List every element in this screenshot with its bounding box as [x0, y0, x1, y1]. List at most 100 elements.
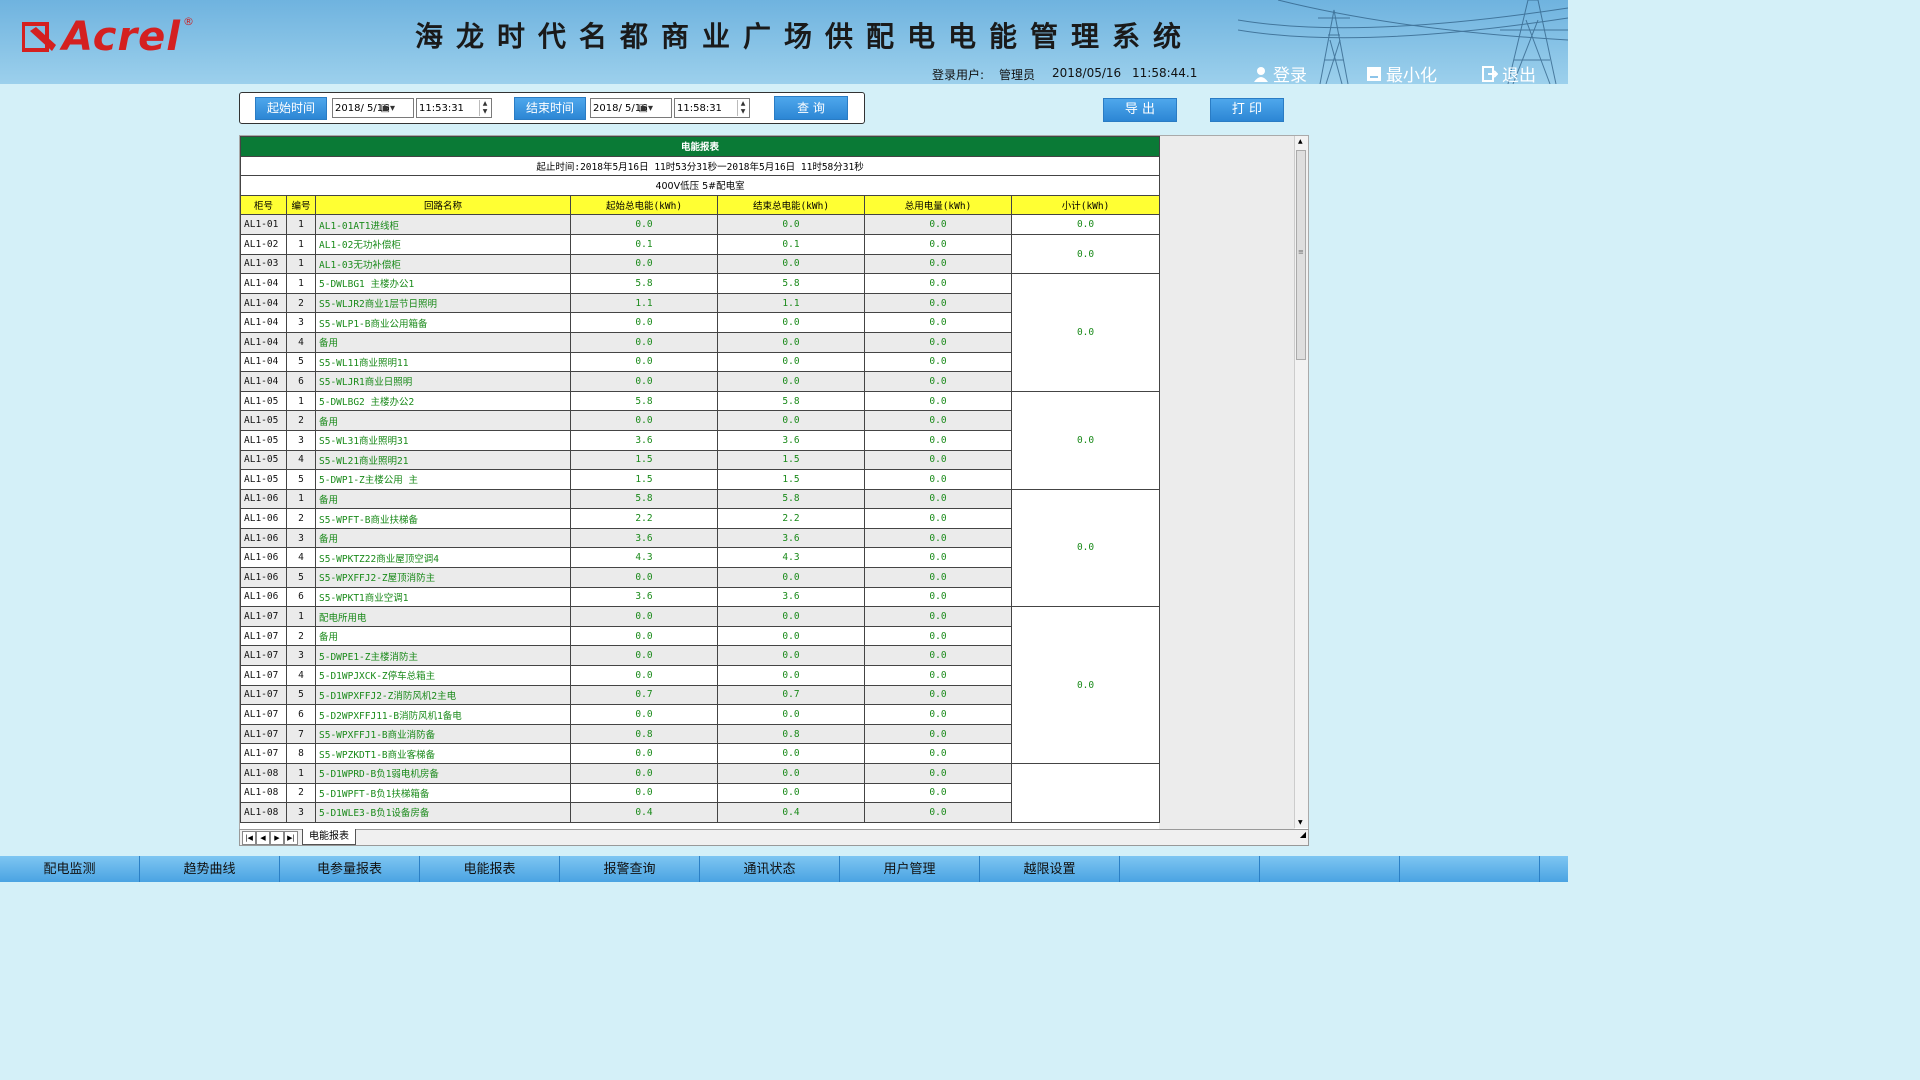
report-sheet: 电能报表 起止时间:2018年5月16日 11时53分31秒一2018年5月16… [239, 135, 1309, 831]
circuit-no: 2 [286, 782, 316, 804]
cabinet-no: AL1-08 [240, 763, 287, 784]
nav-item-11[interactable] [1400, 856, 1540, 882]
start-energy: 1.1 [570, 292, 718, 314]
nav-item-6[interactable]: 通讯状态 [700, 856, 840, 882]
print-button[interactable]: 打 印 [1210, 98, 1284, 122]
nav-item-2[interactable]: 趋势曲线 [140, 856, 280, 882]
end-energy: 0.0 [717, 253, 865, 275]
total-consumption: 0.0 [864, 704, 1012, 725]
cabinet-no: AL1-08 [240, 802, 287, 823]
end-energy: 0.0 [717, 763, 865, 784]
end-energy: 0.0 [717, 567, 865, 588]
scroll-up-icon[interactable]: ▲ [1298, 138, 1303, 145]
next-sheet-icon[interactable]: ▶ [270, 831, 284, 845]
start-time-field[interactable]: 11:53:31 ▲ ▼ [416, 98, 492, 118]
nav-item-9[interactable] [1120, 856, 1260, 882]
start-time-value: 11:53:31 [419, 103, 464, 114]
col-header: 柜号 [240, 194, 287, 216]
login-button[interactable]: 登录 [1253, 61, 1307, 86]
spin-arrows-icon[interactable]: ▲ ▼ [479, 100, 490, 116]
cabinet-no: AL1-07 [240, 743, 287, 764]
scroll-down-icon[interactable]: ▼ [1298, 819, 1303, 826]
circuit-name: 5-D1WLE3-B负1设备房备 [315, 802, 571, 823]
export-button[interactable]: 导 出 [1103, 98, 1177, 122]
table-row: AL1-04 1 5-DWLBG1 主楼办公1 5.8 5.8 0.0 0.0 [240, 273, 1161, 392]
nav-item-3[interactable]: 电参量报表 [280, 856, 420, 882]
circuit-name: S5-WLJR2商业1层节日照明 [315, 292, 571, 314]
total-consumption: 0.0 [864, 273, 1012, 294]
end-energy: 0.1 [717, 233, 865, 255]
circuit-name: S5-WL21商业照明21 [315, 449, 571, 471]
circuit-name: 5-DWP1-Z主楼公用 主 [315, 469, 571, 490]
user-icon [1254, 66, 1268, 82]
cabinet-no: AL1-05 [240, 390, 287, 412]
calendar-dropdown-icon[interactable]: ▣▾ [381, 99, 395, 119]
circuit-no: 1 [286, 273, 316, 294]
vertical-scrollbar[interactable]: ▲ ≡ ▼ [1294, 136, 1308, 828]
minimize-button[interactable]: 最小化 [1366, 61, 1437, 86]
spin-arrows-icon[interactable]: ▲ ▼ [737, 100, 748, 116]
total-consumption: 0.0 [864, 390, 1012, 412]
end-energy: 5.8 [717, 488, 865, 510]
sheet-tab-energy-report[interactable]: 电能报表 [302, 829, 356, 845]
end-time-field[interactable]: 11:58:31 ▲ ▼ [674, 98, 750, 118]
last-sheet-icon[interactable]: ▶| [284, 831, 298, 845]
cabinet-no: AL1-05 [240, 429, 287, 451]
circuit-no: 1 [286, 606, 316, 627]
circuit-name: AL1-02无功补偿柜 [315, 233, 571, 255]
total-consumption: 0.0 [864, 429, 1012, 451]
end-energy: 0.7 [717, 684, 865, 706]
total-consumption: 0.0 [864, 527, 1012, 549]
circuit-no: 1 [286, 233, 316, 255]
search-button[interactable]: 查 询 [774, 96, 848, 120]
cabinet-no: AL1-06 [240, 508, 287, 529]
nav-item-10[interactable] [1260, 856, 1400, 882]
total-consumption: 0.0 [864, 508, 1012, 529]
col-header: 小计(kWh) [1010, 194, 1161, 216]
cabinet-no: AL1-05 [240, 410, 287, 431]
total-consumption: 0.0 [864, 351, 1012, 373]
prev-sheet-icon[interactable]: ◀ [256, 831, 270, 845]
cabinet-no: AL1-04 [240, 331, 287, 353]
nav-item-5[interactable]: 报警查询 [560, 856, 700, 882]
circuit-no: 1 [286, 488, 316, 510]
table-row: AL1-08 1 5-D1WPRD-B负1弱电机房备 0.0 0.0 0.0 [240, 763, 1161, 823]
acrel-logo: Acrel ® [21, 12, 194, 62]
end-energy: 0.0 [717, 645, 865, 667]
total-consumption: 0.0 [864, 684, 1012, 706]
end-energy: 0.0 [717, 625, 865, 647]
circuit-name: 5-DWLBG1 主楼办公1 [315, 273, 571, 294]
end-energy: 0.0 [717, 331, 865, 353]
nav-item-4[interactable]: 电能报表 [420, 856, 560, 882]
subtotal: 0.0 [1010, 273, 1161, 392]
brand-name: Acrel [62, 14, 182, 60]
first-sheet-icon[interactable]: |◀ [242, 831, 256, 845]
cabinet-no: AL1-06 [240, 488, 287, 510]
start-time-button[interactable]: 起始时间 [255, 97, 327, 120]
end-time-button[interactable]: 结束时间 [514, 97, 586, 120]
exit-button[interactable]: 退出 [1482, 61, 1536, 86]
nav-item-8[interactable]: 越限设置 [980, 856, 1120, 882]
circuit-no: 2 [286, 508, 316, 529]
circuit-no: 5 [286, 567, 316, 588]
user-name: 管理员 [999, 68, 1036, 82]
nav-item-12[interactable] [1540, 856, 1568, 882]
start-energy: 3.6 [570, 527, 718, 549]
end-energy: 5.8 [717, 273, 865, 294]
nav-item-7[interactable]: 用户管理 [840, 856, 980, 882]
cabinet-no: AL1-01 [240, 214, 287, 235]
total-consumption: 0.0 [864, 312, 1012, 333]
calendar-dropdown-icon[interactable]: ▣▾ [639, 99, 653, 119]
login-label: 登录 [1273, 66, 1307, 86]
start-energy: 0.0 [570, 743, 718, 764]
end-date-picker[interactable]: 2018/ 5/16 ▣▾ [590, 98, 672, 118]
circuit-no: 5 [286, 469, 316, 490]
subtotal: 0.0 [1010, 606, 1161, 764]
nav-item-1[interactable]: 配电监测 [0, 856, 140, 882]
total-consumption: 0.0 [864, 488, 1012, 510]
circuit-name: S5-WPFT-B商业扶梯备 [315, 508, 571, 529]
total-consumption: 0.0 [864, 763, 1012, 784]
exit-icon [1482, 65, 1498, 82]
col-header: 结束总电能(kWh) [717, 194, 865, 216]
start-date-picker[interactable]: 2018/ 5/16 ▣▾ [332, 98, 414, 118]
